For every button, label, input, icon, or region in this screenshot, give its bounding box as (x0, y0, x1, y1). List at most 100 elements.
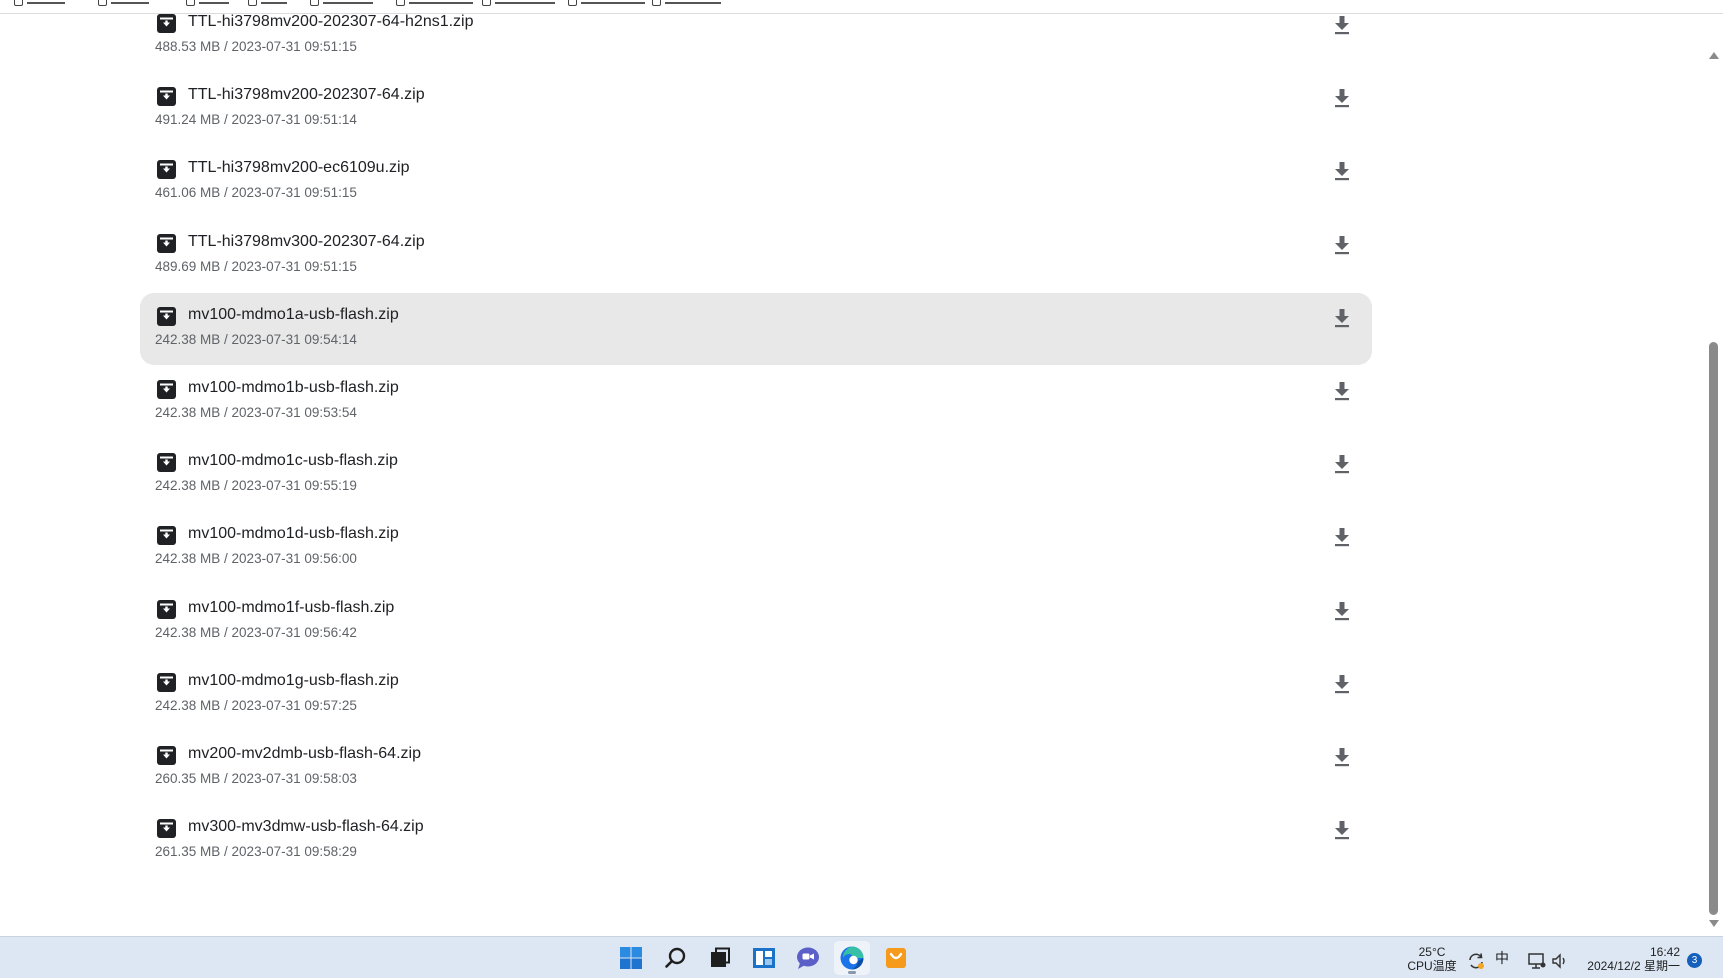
archive-file-icon (157, 306, 176, 326)
file-row[interactable]: TTL-hi3798mv200-ec6109u.zip 461.06 MB / … (140, 146, 1372, 218)
bookmark-item[interactable] (248, 0, 287, 8)
file-size-date: 242.38 MB / 2023-07-31 09:57:25 (155, 697, 357, 713)
bookmark-folder-icon (310, 0, 319, 6)
file-name[interactable]: mv100-mdmo1b-usb-flash.zip (188, 379, 399, 397)
bookmark-item[interactable] (98, 0, 149, 8)
bookmark-item[interactable] (652, 0, 721, 8)
bookmark-item[interactable] (396, 0, 473, 8)
temperature-label: CPU温度 (1407, 959, 1457, 973)
file-row[interactable]: mv100-mdmo1a-usb-flash.zip 242.38 MB / 2… (140, 292, 1372, 365)
store-bag-icon (886, 948, 906, 968)
file-row[interactable]: mv100-mdmo1f-usb-flash.zip 242.38 MB / 2… (140, 586, 1372, 658)
file-row[interactable]: mv100-mdmo1b-usb-flash.zip 242.38 MB / 2… (140, 366, 1372, 438)
cpu-temperature[interactable]: 25°C CPU温度 (1402, 945, 1462, 973)
widgets-button[interactable] (746, 941, 782, 975)
file-row[interactable]: TTL-hi3798mv200-202307-64-h2ns1.zip 488.… (140, 14, 1372, 72)
archive-file-icon (157, 672, 176, 692)
bookmark-item[interactable] (310, 0, 373, 8)
file-row[interactable]: mv300-mv3dmw-usb-flash-64.zip 261.35 MB … (140, 805, 1372, 877)
network-icon[interactable] (1527, 952, 1547, 970)
bookmark-item[interactable] (186, 0, 229, 8)
widgets-icon (753, 948, 775, 968)
archive-file-icon (157, 87, 176, 107)
file-row[interactable]: mv100-mdmo1c-usb-flash.zip 242.38 MB / 2… (140, 439, 1372, 511)
file-row[interactable]: mv100-mdmo1d-usb-flash.zip 242.38 MB / 2… (140, 512, 1372, 584)
archive-file-icon (157, 233, 176, 253)
scroll-up-arrow-icon[interactable] (1709, 52, 1719, 59)
edge-browser-button[interactable] (834, 941, 870, 975)
download-icon[interactable] (1332, 160, 1352, 182)
scrollbar-thumb[interactable] (1709, 342, 1718, 915)
volume-icon[interactable] (1551, 952, 1569, 970)
file-name[interactable]: mv100-mdmo1a-usb-flash.zip (188, 306, 399, 324)
clock-time: 16:42 (1649, 945, 1680, 959)
file-size-date: 491.24 MB / 2023-07-31 09:51:14 (155, 112, 357, 128)
file-manager-icon (711, 947, 730, 967)
archive-file-icon (157, 819, 176, 839)
scroll-down-arrow-icon[interactable] (1709, 920, 1719, 927)
file-name[interactable]: mv100-mdmo1d-usb-flash.zip (188, 525, 399, 543)
file-name[interactable]: mv100-mdmo1c-usb-flash.zip (188, 452, 398, 470)
bookmark-folder-icon (14, 0, 23, 6)
chat-icon (797, 947, 819, 969)
file-name[interactable]: mv200-mv2dmb-usb-flash-64.zip (188, 745, 421, 763)
search-button[interactable] (658, 941, 694, 975)
file-name[interactable]: TTL-hi3798mv300-202307-64.zip (188, 233, 425, 251)
file-row[interactable]: mv100-mdmo1g-usb-flash.zip 242.38 MB / 2… (140, 659, 1372, 731)
download-icon[interactable] (1332, 526, 1352, 548)
sync-icon[interactable] (1467, 952, 1485, 970)
bookmark-item[interactable] (482, 0, 555, 8)
file-list-viewport: TTL-hi3798mv200-202307-64-h2ns1.zip 488.… (0, 14, 1705, 933)
bookmark-folder-icon (652, 0, 661, 6)
archive-file-icon (157, 599, 176, 619)
chat-button[interactable] (790, 941, 826, 975)
download-icon[interactable] (1332, 746, 1352, 768)
bookmarks-bar (0, 0, 1723, 14)
file-name[interactable]: TTL-hi3798mv200-202307-64-h2ns1.zip (188, 14, 474, 31)
file-size-date: 488.53 MB / 2023-07-31 09:51:15 (155, 39, 357, 54)
download-icon[interactable] (1332, 380, 1352, 402)
search-icon (665, 947, 686, 968)
bookmark-item[interactable] (568, 0, 645, 8)
download-icon[interactable] (1332, 600, 1352, 622)
file-name[interactable]: mv300-mv3dmw-usb-flash-64.zip (188, 818, 424, 836)
file-manager-button[interactable] (702, 941, 738, 975)
file-size-date: 260.35 MB / 2023-07-31 09:58:03 (155, 771, 357, 786)
file-row[interactable]: TTL-hi3798mv200-202307-64.zip 491.24 MB … (140, 73, 1372, 145)
archive-file-icon (157, 160, 176, 180)
file-row[interactable]: mv200-mv2dmb-usb-flash-64.zip 260.35 MB … (140, 732, 1372, 804)
clock[interactable]: 16:42 2024/12/2 星期一 (1582, 945, 1680, 973)
start-button[interactable] (613, 941, 649, 975)
file-name[interactable]: mv100-mdmo1g-usb-flash.zip (188, 672, 399, 690)
download-icon[interactable] (1332, 307, 1352, 329)
file-name[interactable]: TTL-hi3798mv200-202307-64.zip (188, 86, 425, 104)
bookmark-folder-icon (248, 0, 257, 6)
download-icon[interactable] (1332, 14, 1352, 36)
file-row[interactable]: TTL-hi3798mv300-202307-64.zip 489.69 MB … (140, 220, 1372, 292)
download-icon[interactable] (1332, 87, 1352, 109)
bookmark-folder-icon (396, 0, 405, 6)
file-name[interactable]: TTL-hi3798mv200-ec6109u.zip (188, 159, 409, 177)
archive-file-icon (157, 380, 176, 399)
archive-file-icon (157, 746, 176, 765)
file-size-date: 489.69 MB / 2023-07-31 09:51:15 (155, 258, 357, 274)
download-icon[interactable] (1332, 453, 1352, 475)
file-size-date: 261.35 MB / 2023-07-31 09:58:29 (155, 844, 357, 860)
file-size-date: 242.38 MB / 2023-07-31 09:56:42 (155, 624, 357, 640)
download-icon[interactable] (1332, 234, 1352, 256)
ime-indicator[interactable]: 中 (1495, 951, 1509, 965)
edge-browser-icon (840, 946, 864, 970)
notification-badge[interactable]: 3 (1687, 953, 1702, 968)
bookmark-folder-icon (568, 0, 577, 6)
file-name[interactable]: mv100-mdmo1f-usb-flash.zip (188, 599, 394, 617)
bookmark-item[interactable] (14, 0, 65, 8)
archive-file-icon (157, 526, 176, 546)
file-size-date: 461.06 MB / 2023-07-31 09:51:15 (155, 185, 357, 201)
file-size-date: 242.38 MB / 2023-07-31 09:56:00 (155, 551, 357, 567)
windows-start-icon (620, 947, 642, 969)
store-button[interactable] (878, 941, 914, 975)
download-icon[interactable] (1332, 819, 1352, 841)
file-size-date: 242.38 MB / 2023-07-31 09:53:54 (155, 405, 357, 420)
download-icon[interactable] (1332, 673, 1352, 695)
vertical-scrollbar[interactable] (1705, 14, 1723, 933)
